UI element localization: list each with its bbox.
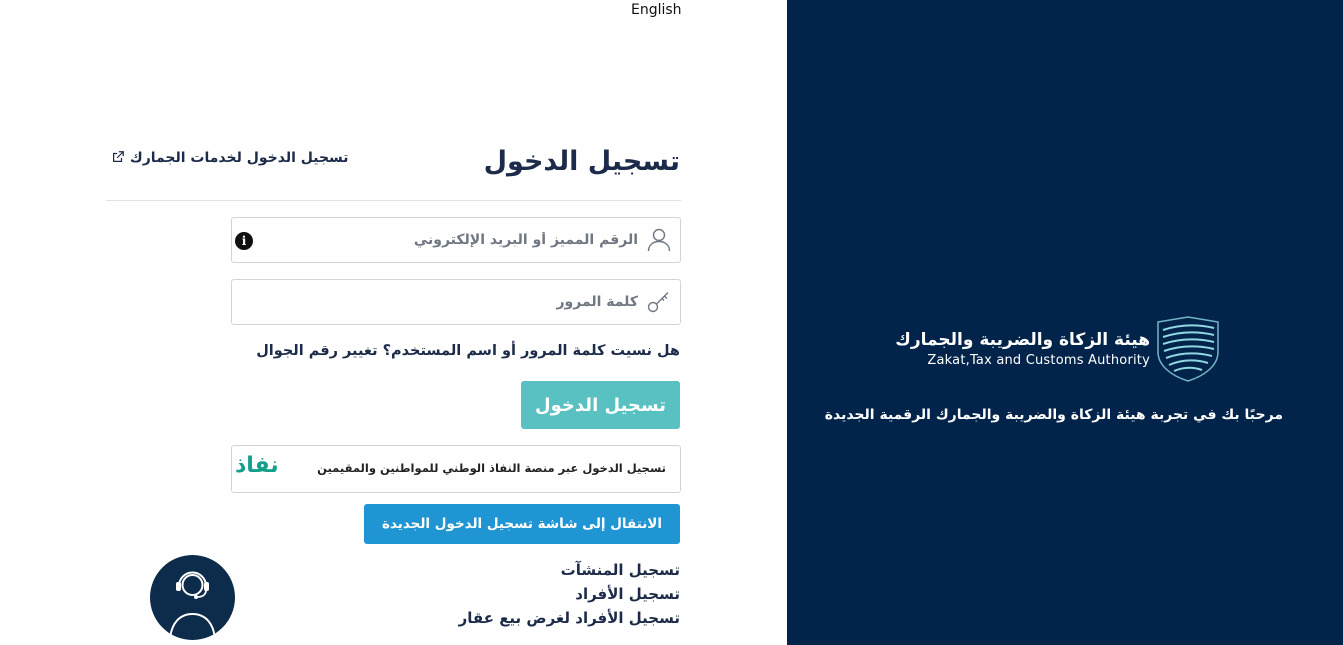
page-title: تسجيل الدخول <box>483 146 680 177</box>
username-input[interactable] <box>276 218 640 262</box>
register-establishments-link[interactable]: تسجيل المنشآت <box>561 561 680 579</box>
login-button[interactable]: تسجيل الدخول <box>521 381 680 429</box>
support-chat-button[interactable] <box>150 555 235 640</box>
key-icon <box>647 292 669 313</box>
shield-logo-icon <box>1157 316 1219 382</box>
nafath-login-option[interactable]: تسجيل الدخول عبر منصة النفاذ الوطني للمو… <box>231 445 681 493</box>
password-field <box>231 279 681 325</box>
change-mobile-link[interactable]: تغيير رقم الجوال <box>256 343 377 359</box>
brand-name-arabic: هيئة الزكاة والضريبة والجمارك <box>895 330 1150 350</box>
customs-login-label: تسجيل الدخول لخدمات الجمارك <box>129 150 349 166</box>
username-field: i <box>231 217 681 263</box>
forgot-row: هل نسيت كلمة المرور أو اسم المستخدم؟ تغي… <box>256 343 680 359</box>
register-individuals-property-sale-link[interactable]: تسجيل الأفراد لغرض بيع عقار <box>459 609 680 627</box>
info-icon[interactable]: i <box>235 232 253 250</box>
nafath-label: تسجيل الدخول عبر منصة النفاذ الوطني للمو… <box>317 461 666 475</box>
new-login-screen-button[interactable]: الانتقال إلى شاشة تسجيل الدخول الجديدة <box>364 504 680 544</box>
password-input[interactable] <box>276 280 640 324</box>
customs-login-link[interactable]: تسجيل الدخول لخدمات الجمارك <box>107 150 349 166</box>
language-switch-link[interactable]: English <box>631 2 682 18</box>
forgot-credentials-link[interactable]: هل نسيت كلمة المرور أو اسم المستخدم؟ <box>383 343 680 359</box>
user-icon <box>647 228 671 252</box>
welcome-message: مرحبًا بك في تجربة هيئة الزكاة والضريبة … <box>824 407 1283 423</box>
header-divider <box>106 200 681 201</box>
external-link-icon <box>113 151 124 162</box>
register-individuals-link[interactable]: تسجيل الأفراد <box>575 585 680 603</box>
brand-name-english: Zakat,Tax and Customs Authority <box>927 353 1150 368</box>
brand-block: هيئة الزكاة والضريبة والجمارك Zakat,Tax … <box>895 316 1220 386</box>
nafath-logo: نفاذ <box>235 453 279 478</box>
support-agent-icon <box>169 571 216 640</box>
brand-panel: هيئة الزكاة والضريبة والجمارك Zakat,Tax … <box>787 0 1343 645</box>
